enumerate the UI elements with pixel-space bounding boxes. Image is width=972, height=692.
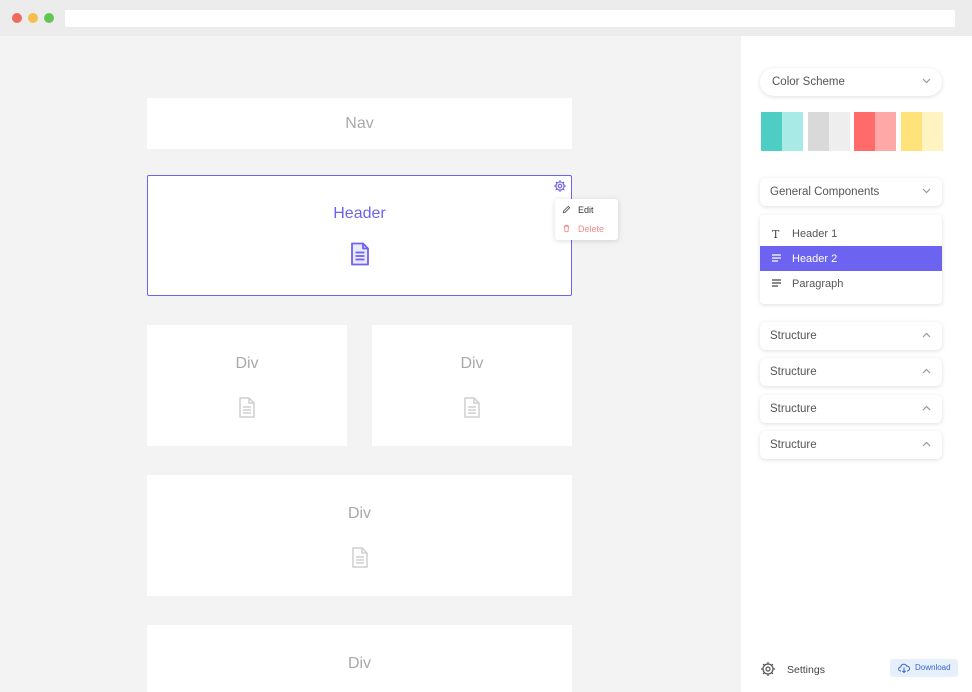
document-icon — [239, 397, 255, 418]
swatch-primary — [761, 112, 782, 151]
lines-icon — [772, 254, 781, 262]
minimize-window-button[interactable] — [28, 13, 38, 23]
structure-label: Structure — [770, 330, 817, 342]
component-label: Paragraph — [792, 278, 844, 290]
div-block[interactable]: Div — [372, 325, 572, 446]
gear-icon — [761, 662, 775, 676]
lines-icon — [772, 279, 781, 287]
structure-dropdown[interactable]: Structure — [760, 395, 942, 423]
div-block[interactable]: Div — [147, 625, 572, 692]
settings-label: Settings — [787, 664, 825, 676]
nav-block[interactable]: Nav — [147, 98, 572, 149]
block-context-menu: Edit Delete — [555, 199, 618, 240]
swatch-primary — [808, 112, 829, 151]
delete-label: Delete — [578, 224, 605, 234]
general-components-label: General Components — [770, 186, 880, 198]
download-label: Download — [915, 663, 951, 672]
chevron-down-icon — [922, 188, 931, 194]
div-block-label: Div — [347, 655, 372, 672]
components-list: T Header 1 Header 2 Paragraph — [760, 215, 942, 304]
text-type-icon: T — [772, 228, 780, 241]
delete-menu-item[interactable]: Delete — [555, 219, 618, 237]
color-scheme-label: Color Scheme — [772, 76, 845, 88]
chevron-up-icon — [922, 441, 931, 447]
cloud-download-icon — [898, 663, 910, 673]
edit-menu-item[interactable]: Edit — [555, 200, 618, 218]
header-block[interactable]: Header — [147, 175, 572, 296]
color-swatches — [761, 112, 943, 151]
structure-label: Structure — [770, 366, 817, 378]
component-label: Header 2 — [792, 253, 838, 265]
structure-label: Structure — [770, 403, 817, 415]
color-swatch[interactable] — [808, 112, 850, 151]
address-bar[interactable] — [65, 10, 955, 27]
color-swatch[interactable] — [761, 112, 803, 151]
swatch-secondary — [829, 112, 850, 151]
component-item-paragraph[interactable]: Paragraph — [760, 271, 942, 296]
document-icon — [350, 242, 369, 266]
swatch-secondary — [922, 112, 943, 151]
swatch-secondary — [875, 112, 896, 151]
pencil-icon — [562, 205, 571, 214]
div-block[interactable]: Div — [147, 325, 347, 446]
color-swatch[interactable] — [854, 112, 896, 151]
div-block-label: Div — [347, 505, 372, 522]
structure-label: Structure — [770, 439, 817, 451]
maximize-window-button[interactable] — [44, 13, 54, 23]
div-block-label: Div — [235, 355, 259, 372]
swatch-secondary — [782, 112, 803, 151]
properties-panel: Color Scheme General Components T Header… — [741, 36, 972, 692]
chevron-up-icon — [922, 368, 931, 374]
settings-button[interactable]: Settings — [760, 661, 850, 679]
trash-icon — [563, 224, 570, 233]
color-swatch[interactable] — [901, 112, 943, 151]
edit-label: Edit — [578, 205, 594, 215]
general-components-dropdown[interactable]: General Components — [760, 178, 942, 206]
swatch-primary — [901, 112, 922, 151]
div-block-label: Div — [460, 355, 484, 372]
window-titlebar — [0, 0, 972, 36]
block-settings-gear-icon[interactable] — [553, 179, 567, 193]
header-block-label: Header — [333, 205, 386, 222]
component-label: Header 1 — [792, 228, 838, 240]
close-window-button[interactable] — [12, 13, 22, 23]
swatch-primary — [854, 112, 875, 151]
document-icon — [351, 547, 368, 568]
download-button[interactable]: Download — [890, 659, 958, 677]
nav-block-label: Nav — [345, 115, 374, 132]
structure-dropdown[interactable]: Structure — [760, 431, 942, 459]
chevron-up-icon — [922, 332, 931, 338]
layout-canvas: Nav Header Div Div Div Div — [0, 36, 741, 692]
structure-dropdown[interactable]: Structure — [760, 358, 942, 386]
component-item-header-2[interactable]: Header 2 — [760, 246, 942, 271]
structure-dropdown[interactable]: Structure — [760, 322, 942, 350]
div-block[interactable]: Div — [147, 475, 572, 596]
chevron-up-icon — [922, 405, 931, 411]
document-icon — [464, 397, 480, 418]
component-item-header-1[interactable]: T Header 1 — [760, 221, 942, 246]
chevron-down-icon — [922, 78, 931, 84]
color-scheme-dropdown[interactable]: Color Scheme — [760, 68, 942, 96]
